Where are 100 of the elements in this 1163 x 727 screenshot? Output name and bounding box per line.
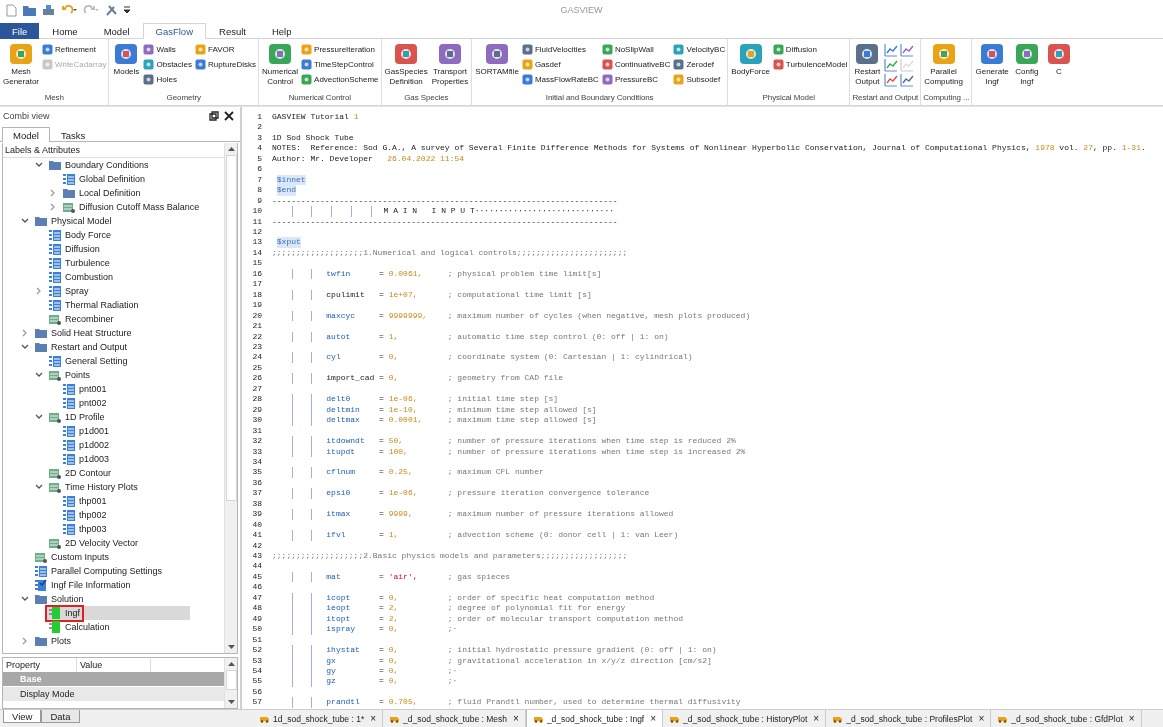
ribbon-button[interactable]: Gasdef: [521, 57, 599, 72]
tree-item[interactable]: Solution: [33, 592, 86, 606]
ribbon-button[interactable]: GasSpecies Definition: [383, 41, 429, 87]
save-icon[interactable]: [42, 4, 55, 16]
tree-item[interactable]: Recombiner: [47, 312, 116, 326]
panel-tab[interactable]: Tasks: [49, 127, 97, 142]
ribbon-button[interactable]: TurbulenceModel: [772, 57, 848, 72]
close-button[interactable]: ×: [1128, 713, 1135, 724]
tree-item[interactable]: p1d002: [61, 438, 112, 452]
tree-item[interactable]: Body Force: [47, 228, 114, 242]
scrollbar[interactable]: [224, 143, 237, 653]
document-tab[interactable]: 1d_sod_shock_tube : 1* ×: [253, 710, 384, 727]
ribbon-button[interactable]: RuptureDisks: [195, 57, 257, 72]
ribbon-button[interactable]: Mesh Generator: [2, 41, 41, 87]
tree-item[interactable]: p1d003: [61, 452, 112, 466]
close-button[interactable]: ×: [650, 713, 657, 724]
tree-item[interactable]: Physical Model: [33, 214, 114, 228]
tree-item[interactable]: Parallel Computing Settings: [33, 564, 165, 578]
tree-item[interactable]: 2D Contour: [47, 466, 114, 480]
ribbon-button[interactable]: Generate Ingf: [974, 41, 1010, 87]
ribbon-button[interactable]: Refinement: [42, 42, 107, 57]
ribbon-button[interactable]: TimeStepControl: [301, 57, 379, 72]
chart-icon[interactable]: [884, 43, 899, 57]
ribbon-button[interactable]: Obstacles: [143, 57, 193, 72]
ribbon-button[interactable]: AdvectionScheme: [301, 72, 379, 87]
panel-tab[interactable]: Data: [41, 710, 80, 723]
tree-item[interactable]: Time History Plots: [47, 480, 140, 494]
ribbon-button[interactable]: PressureIteration: [301, 42, 379, 57]
folder-icon[interactable]: [23, 4, 36, 16]
close-icon[interactable]: [224, 110, 234, 121]
down-arrow-icon[interactable]: [227, 645, 235, 649]
tree-item[interactable]: p1d001: [61, 424, 112, 438]
document-tab[interactable]: _d_sod_shock_tube : ProfilesPlot ×: [826, 710, 992, 727]
chart-icon[interactable]: [900, 73, 915, 87]
tree-item[interactable]: pnt001: [61, 382, 109, 396]
ribbon-button[interactable]: Holes: [143, 72, 193, 87]
chevron-down-icon[interactable]: [35, 414, 43, 420]
tree-item[interactable]: Local Definition: [61, 186, 143, 200]
menu-tab[interactable]: Help: [258, 23, 305, 39]
tree-item[interactable]: Diffusion: [47, 242, 102, 256]
menu-tab[interactable]: Home: [39, 23, 91, 39]
tree-item[interactable]: Turbulence: [47, 256, 112, 270]
ribbon-button[interactable]: SORTAMfile: [474, 41, 520, 77]
ribbon-button[interactable]: ContinuativeBC: [601, 57, 671, 72]
panel-tab[interactable]: Model: [2, 127, 50, 142]
tools-icon[interactable]: [105, 4, 118, 16]
ribbon-button[interactable]: MassFlowRateBC: [521, 72, 599, 87]
panel-tab[interactable]: View: [3, 710, 42, 723]
close-button[interactable]: ×: [813, 713, 820, 724]
tree-item[interactable]: Spray: [47, 284, 91, 298]
restore-icon[interactable]: [209, 110, 219, 121]
ribbon-button[interactable]: Zerodef: [673, 57, 726, 72]
ribbon-button[interactable]: Models: [111, 41, 142, 77]
chevron-down-icon[interactable]: [21, 596, 29, 602]
ribbon-button[interactable]: Diffusion: [772, 42, 848, 57]
down-arrow-icon[interactable]: [227, 700, 235, 704]
undo-icon[interactable]: [61, 4, 77, 16]
chevron-right-icon[interactable]: [22, 637, 28, 645]
tree-item[interactable]: Calculation: [47, 620, 112, 634]
tree-item[interactable]: Boundary Conditions: [47, 158, 151, 172]
chevron-down-icon[interactable]: [35, 162, 43, 168]
tree-item[interactable]: Custom Inputs: [33, 550, 112, 564]
tree-item[interactable]: Global Definition: [61, 172, 148, 186]
ribbon-button[interactable]: Subsodef: [673, 72, 726, 87]
document-tab[interactable]: _d_sod_shock_tube : Ingf ×: [525, 710, 664, 727]
chevron-down-icon[interactable]: [21, 344, 29, 350]
tree-item[interactable]: Diffusion Cutoff Mass Balance: [61, 200, 202, 214]
menu-tab[interactable]: Result: [206, 23, 259, 39]
ribbon-button[interactable]: FluidVelocities: [521, 42, 599, 57]
chevron-right-icon[interactable]: [36, 287, 42, 295]
menu-tab[interactable]: File: [0, 23, 40, 39]
ribbon-button[interactable]: VelocityBC: [673, 42, 726, 57]
tree-item[interactable]: Restart and Output: [33, 340, 130, 354]
chart-icon[interactable]: [900, 43, 915, 57]
ribbon-button[interactable]: FAVOR: [195, 42, 257, 57]
menu-tab[interactable]: Model: [90, 23, 143, 39]
chevron-down-icon[interactable]: [35, 484, 43, 490]
chevron-down-icon[interactable]: [35, 372, 43, 378]
chart-icon[interactable]: [884, 73, 899, 87]
dropdown-icon[interactable]: [124, 6, 130, 14]
ribbon-button[interactable]: C: [1043, 41, 1074, 77]
chevron-down-icon[interactable]: [21, 218, 29, 224]
chevron-right-icon[interactable]: [50, 189, 56, 197]
tree-item[interactable]: pnt002: [61, 396, 109, 410]
tree-item[interactable]: General Setting: [47, 354, 130, 368]
scrollbar[interactable]: [224, 658, 237, 708]
ribbon-button[interactable]: Transport Properties: [430, 41, 470, 87]
close-button[interactable]: ×: [513, 713, 519, 724]
chevron-right-icon[interactable]: [22, 329, 28, 337]
ribbon-button[interactable]: PressureBC: [601, 72, 671, 87]
chart-icon[interactable]: [884, 58, 899, 72]
tree-item[interactable]: Solid Heat Structure: [33, 326, 134, 340]
document-tab[interactable]: _d_sod_shock_tube : HistoryPlot ×: [663, 710, 827, 727]
document-tab[interactable]: _d_sod_shock_tube : GfdPlot ×: [991, 710, 1142, 727]
chevron-right-icon[interactable]: [50, 203, 56, 211]
ribbon-button[interactable]: Restart Output: [852, 41, 883, 87]
tree-item[interactable]: Combustion: [47, 270, 116, 284]
menu-tab[interactable]: GasFlow: [142, 23, 206, 39]
ribbon-button[interactable]: Config Ingf: [1011, 41, 1042, 87]
tree-item[interactable]: thp003: [61, 522, 109, 536]
